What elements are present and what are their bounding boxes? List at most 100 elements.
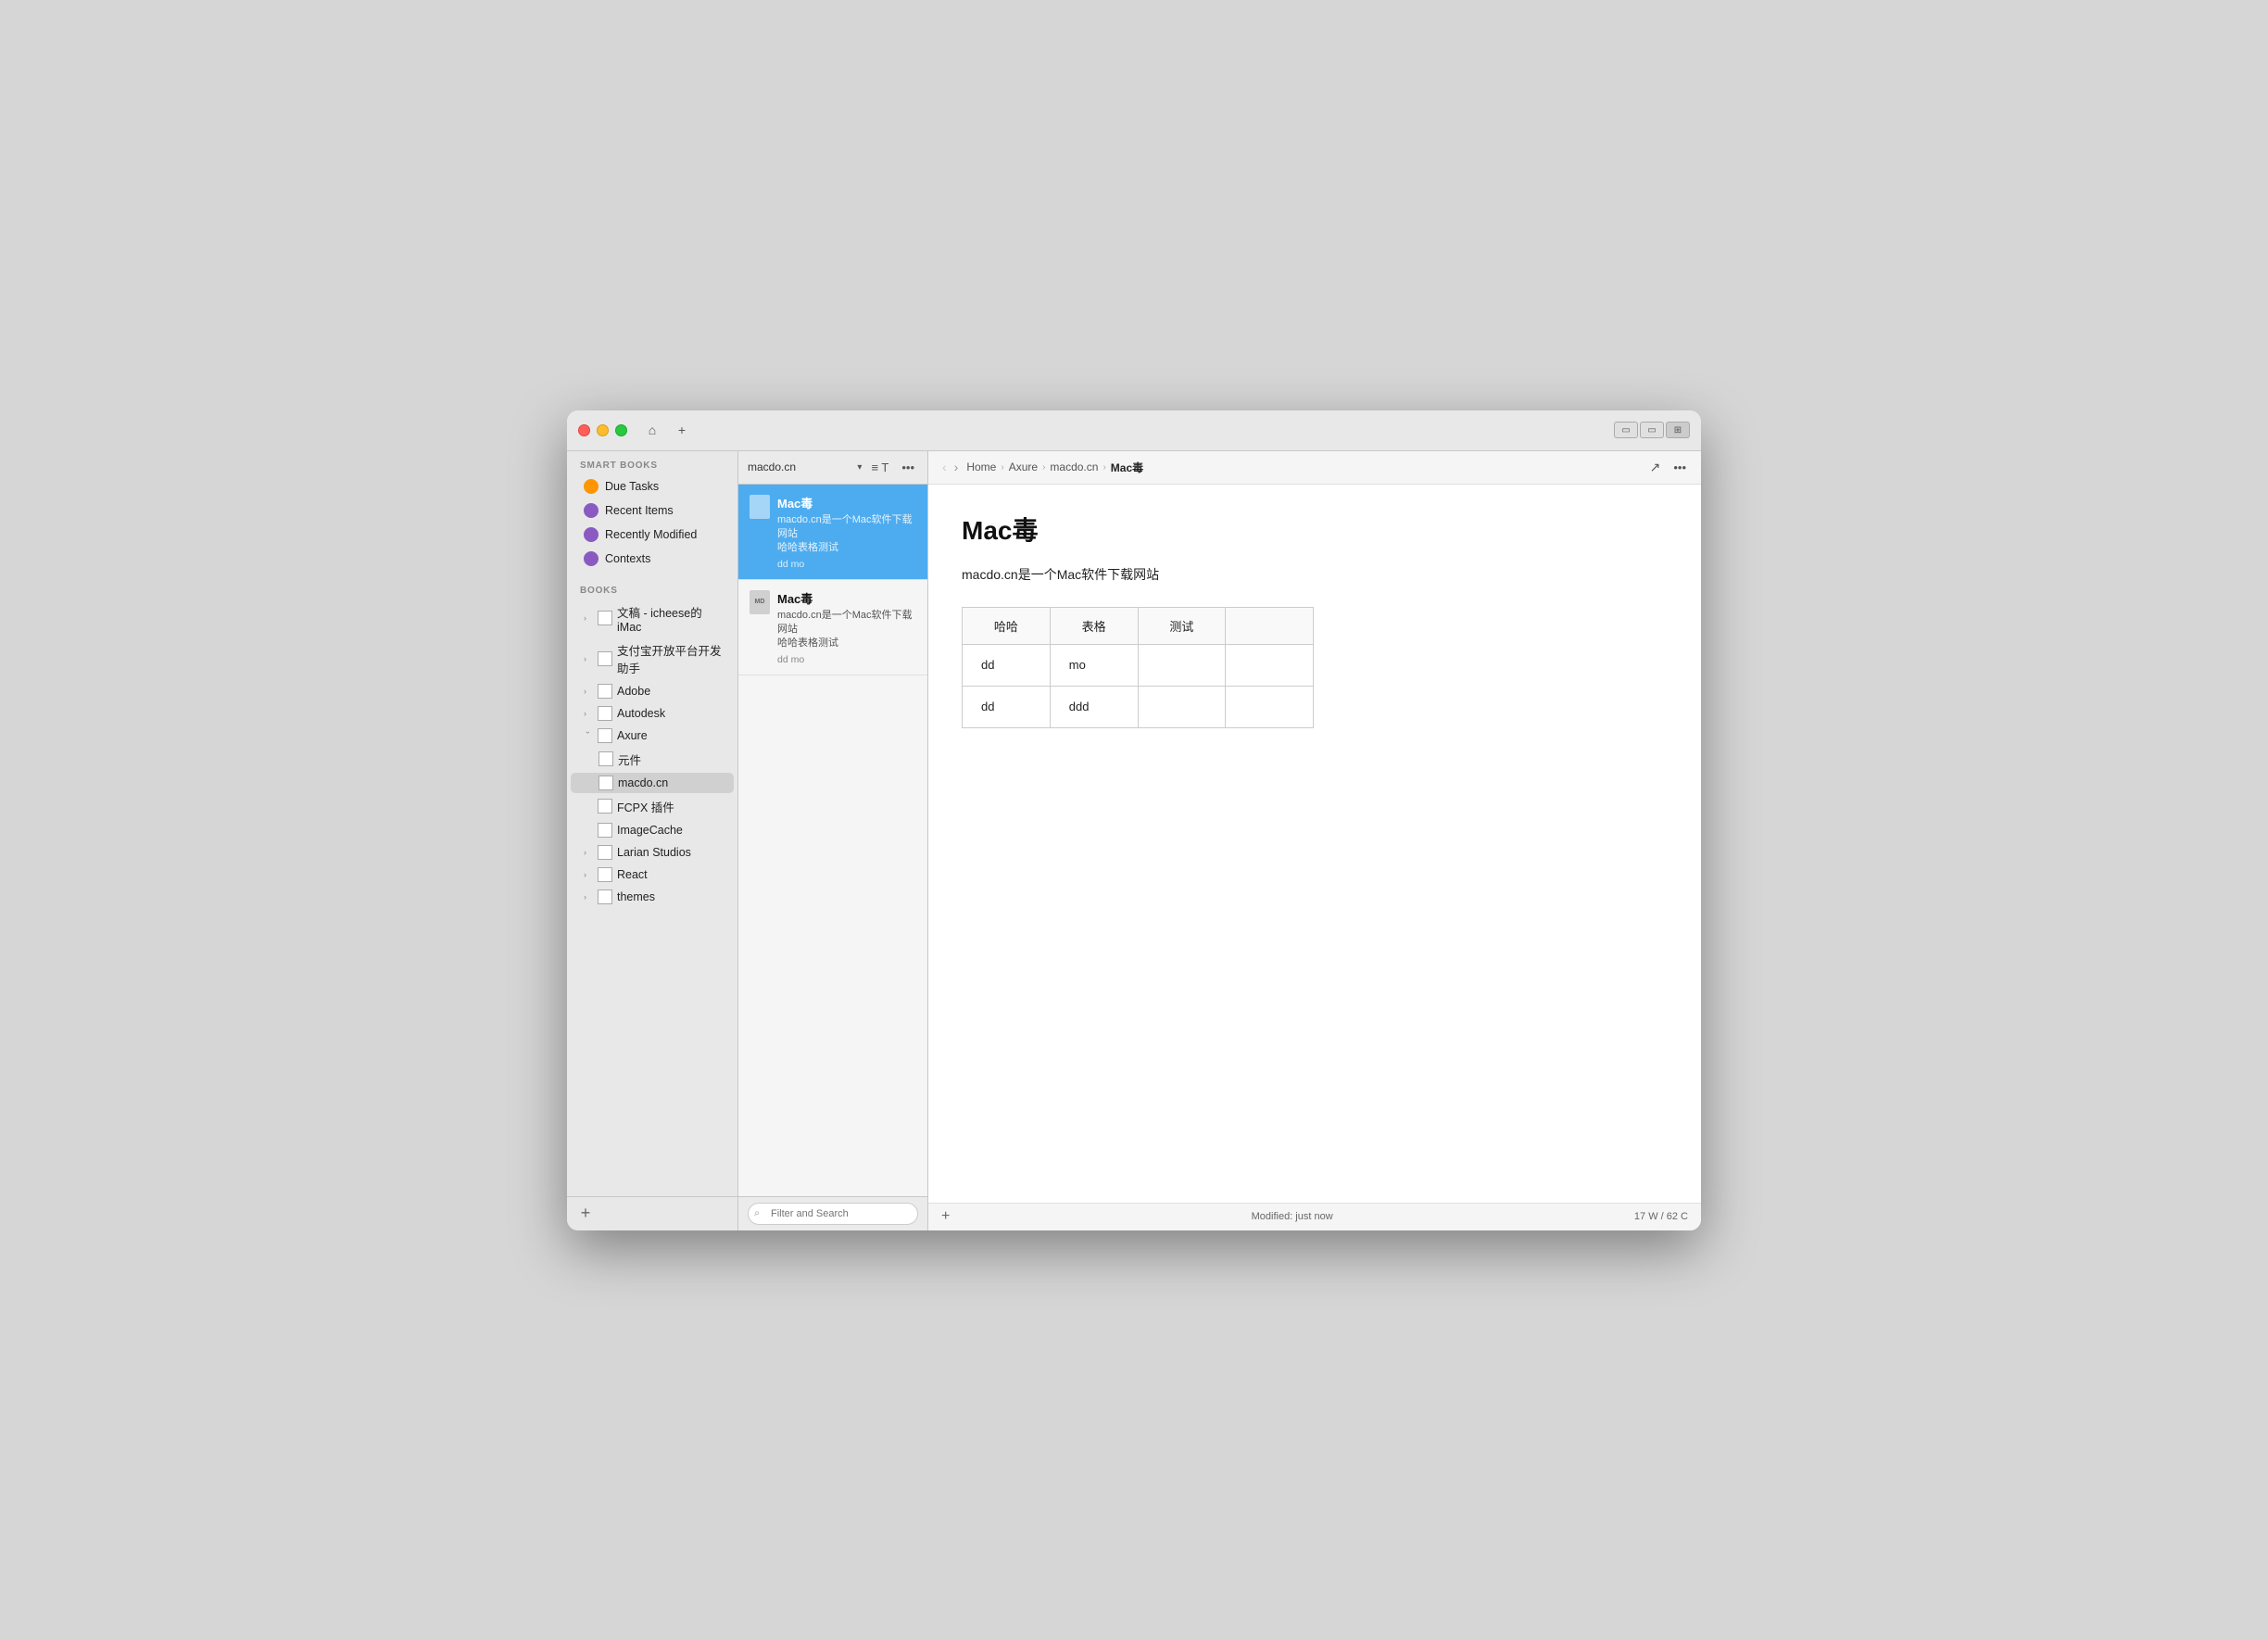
sidebar-item-label: Axure (617, 729, 648, 742)
sidebar-item-autodesk[interactable]: › Autodesk (571, 703, 734, 724)
sidebar-item-label: Autodesk (617, 707, 665, 720)
note-title: Mac毒 (777, 589, 916, 607)
table-row: dd ddd (963, 686, 1314, 727)
middle-header: macdo.cn ▾ ≡ T ••• (738, 451, 927, 485)
chevron-right-icon: › (584, 892, 593, 902)
sidebar-item-imagecache[interactable]: ImageCache (571, 820, 734, 840)
nav-arrows: ‹ › (939, 458, 961, 476)
middle-footer: ⌕ (738, 1196, 927, 1230)
breadcrumb-item[interactable]: macdo.cn (1050, 460, 1098, 473)
breadcrumb-item[interactable]: Home (966, 460, 996, 473)
search-input[interactable] (748, 1203, 918, 1225)
table-row: dd mo (963, 644, 1314, 686)
add-note-button[interactable]: + (672, 420, 692, 440)
doc-paragraph: macdo.cn是一个Mac软件下载网站 (962, 564, 1668, 585)
sidebar-item-recently-modified[interactable]: Recently Modified (571, 524, 734, 546)
sidebar-item-label: themes (617, 890, 655, 903)
sidebar-item-label: Recent Items (605, 504, 674, 517)
sidebar-item-due-tasks[interactable]: Due Tasks (571, 475, 734, 498)
sidebar-item-wendang[interactable]: › 文稿 - icheese的iMac (571, 600, 734, 637)
doc-table: 哈哈 表格 测试 dd mo (962, 607, 1314, 728)
sidebar-item-macdocn[interactable]: macdo.cn (571, 773, 734, 793)
sidebar-item-recent-items[interactable]: Recent Items (571, 499, 734, 522)
sidebar-item-fcpx[interactable]: FCPX 插件 (571, 795, 734, 818)
sidebar-item-react[interactable]: › React (571, 864, 734, 885)
book-icon (598, 845, 612, 860)
book-icon (598, 823, 612, 838)
layout-triple-icon[interactable]: ⊞ (1666, 422, 1690, 438)
sidebar: SMART BOOKS Due Tasks Recent Items Recen… (567, 451, 738, 1230)
sidebar-item-adobe[interactable]: › Adobe (571, 681, 734, 701)
book-icon (598, 799, 612, 814)
add-button[interactable]: + (941, 1208, 950, 1225)
sidebar-item-label: ImageCache (617, 824, 683, 837)
recently-modified-icon (584, 527, 598, 542)
table-cell (1226, 644, 1314, 686)
notebook-title[interactable]: macdo.cn (748, 460, 851, 473)
sidebar-item-label: Due Tasks (605, 480, 659, 493)
table-header (1226, 607, 1314, 644)
sort-button[interactable]: ≡ T (867, 459, 892, 476)
sidebar-item-label: FCPX 插件 (617, 798, 674, 815)
sidebar-item-themes[interactable]: › themes (571, 887, 734, 907)
note-file-icon-md: MD (750, 590, 770, 614)
layout-double-icon[interactable]: ▭ (1640, 422, 1664, 438)
app-window: ⌂ + ▭ ▭ ⊞ SMART BOOKS Due Tasks Recent I… (567, 410, 1701, 1230)
home-icon[interactable]: ⌂ (642, 420, 662, 440)
chevron-right-icon: › (584, 848, 593, 857)
book-icon (598, 867, 612, 882)
table-cell (1138, 644, 1226, 686)
breadcrumb-sep: › (1102, 462, 1105, 473)
title-bar: ⌂ + ▭ ▭ ⊞ (567, 410, 1701, 451)
sidebar-item-label: Adobe (617, 685, 650, 698)
note-preview: macdo.cn是一个Mac软件下载网站 哈哈表格测试 (777, 513, 916, 556)
forward-button[interactable]: › (951, 458, 962, 476)
breadcrumb-sep: › (1042, 462, 1045, 473)
sidebar-item-yuanjian[interactable]: 元件 (571, 748, 734, 771)
minimize-button[interactable] (597, 424, 609, 436)
table-header: 表格 (1050, 607, 1138, 644)
back-button[interactable]: ‹ (939, 458, 950, 476)
sidebar-item-contexts[interactable]: Contexts (571, 548, 734, 570)
layout-single-icon[interactable]: ▭ (1614, 422, 1638, 438)
sidebar-item-label: Larian Studios (617, 846, 691, 859)
sidebar-footer: + (567, 1196, 737, 1230)
breadcrumb-current: Mac毒 (1111, 460, 1143, 475)
sidebar-item-axure[interactable]: › Axure (571, 725, 734, 746)
sidebar-item-label: 元件 (618, 751, 641, 768)
breadcrumb-item[interactable]: Axure (1009, 460, 1038, 473)
table-cell (1138, 686, 1226, 727)
search-wrapper: ⌕ (748, 1203, 918, 1225)
maximize-button[interactable] (615, 424, 627, 436)
book-icon (598, 889, 612, 904)
note-item[interactable]: MD Mac毒 macdo.cn是一个Mac软件下载网站 哈哈表格测试 dd m… (738, 580, 927, 675)
sidebar-item-zhifubao[interactable]: › 支付宝开放平台开发助手 (571, 638, 734, 679)
book-icon (598, 611, 612, 625)
chevron-right-icon: › (584, 613, 593, 623)
note-content: Mac毒 macdo.cn是一个Mac软件下载网站 哈哈表格测试 dd mo (777, 589, 916, 665)
chevron-down-icon: › (584, 731, 593, 740)
traffic-lights (578, 424, 627, 436)
book-icon (598, 751, 613, 766)
right-footer: + Modified: just now 17 W / 62 C (928, 1203, 1701, 1230)
doc-title: Mac毒 (962, 511, 1668, 548)
due-tasks-icon (584, 479, 598, 494)
more-button[interactable]: ••• (898, 459, 918, 476)
main-content: SMART BOOKS Due Tasks Recent Items Recen… (567, 451, 1701, 1230)
more-options-button[interactable]: ••• (1670, 459, 1690, 476)
word-count: 17 W / 62 C (1634, 1211, 1688, 1222)
sidebar-item-label: React (617, 868, 648, 881)
note-file-icon (750, 495, 770, 519)
sidebar-item-larian[interactable]: › Larian Studios (571, 842, 734, 863)
sidebar-item-label: Recently Modified (605, 528, 697, 541)
middle-actions: ≡ T ••• (867, 459, 918, 476)
share-button[interactable]: ↗ (1646, 458, 1665, 477)
note-item[interactable]: Mac毒 macdo.cn是一个Mac软件下载网站 哈哈表格测试 dd mo (738, 485, 927, 580)
note-preview: macdo.cn是一个Mac软件下载网站 哈哈表格测试 (777, 609, 916, 651)
dropdown-icon[interactable]: ▾ (857, 462, 862, 473)
add-book-button[interactable]: + (576, 1205, 595, 1223)
note-meta: dd mo (777, 654, 916, 665)
chevron-right-icon: › (584, 870, 593, 879)
close-button[interactable] (578, 424, 590, 436)
table-cell: dd (963, 686, 1051, 727)
